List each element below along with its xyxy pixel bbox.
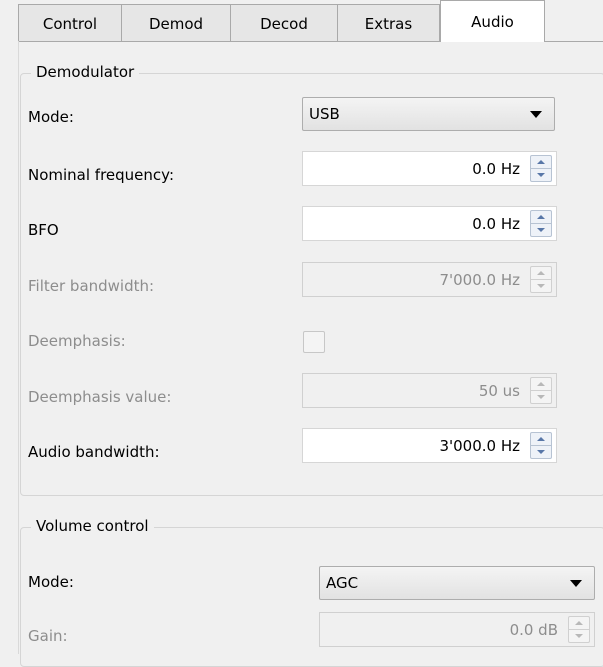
arrow-up-icon [575, 621, 583, 625]
tab-demod[interactable]: Demod [122, 4, 231, 42]
audio-bandwidth-spinbox[interactable]: 3'000.0 Hz [302, 428, 557, 463]
tab-audio[interactable]: Audio [440, 0, 545, 42]
nominal-frequency-label: Nominal frequency: [28, 166, 175, 184]
spin-up-button [531, 378, 551, 391]
chevron-down-icon [530, 111, 542, 118]
nominal-frequency-spinbox[interactable]: 0.0 Hz [302, 151, 557, 186]
pane-border [18, 41, 19, 654]
gain-value: 0.0 dB [509, 621, 558, 639]
spin-down-button[interactable] [531, 169, 551, 182]
volume-mode-value: AGC [326, 574, 359, 592]
demod-mode-value: USB [309, 105, 340, 123]
tab-bar: Control Demod Decod Extras Audio [18, 0, 545, 42]
audio-bandwidth-value: 3'000.0 Hz [439, 437, 520, 455]
nominal-frequency-value: 0.0 Hz [472, 160, 520, 178]
deemphasis-checkbox [303, 331, 325, 353]
tab-label: Extras [364, 14, 413, 33]
spin-buttons [568, 616, 590, 643]
bfo-spinbox[interactable]: 0.0 Hz [302, 206, 557, 241]
arrow-down-icon [537, 227, 545, 232]
tab-label: Audio [471, 12, 514, 31]
deemphasis-value-label: Deemphasis value: [28, 388, 172, 406]
arrow-up-icon [537, 215, 545, 219]
tab-divider [545, 41, 603, 42]
spin-buttons [530, 377, 552, 404]
gain-label: Gain: [28, 627, 68, 645]
arrow-up-icon [537, 271, 545, 275]
arrow-down-icon [537, 172, 545, 177]
gain-spinbox: 0.0 dB [319, 612, 595, 647]
bfo-value: 0.0 Hz [472, 215, 520, 233]
filter-bandwidth-label: Filter bandwidth: [28, 277, 155, 295]
volume-mode-label: Mode: [28, 573, 74, 591]
spin-down-button[interactable] [531, 224, 551, 237]
spin-down-button [531, 391, 551, 404]
tab-divider [18, 41, 441, 42]
tab-label: Control [42, 14, 98, 33]
spin-buttons [530, 432, 552, 459]
arrow-down-icon [537, 283, 545, 288]
spin-buttons [530, 155, 552, 182]
spin-buttons [530, 266, 552, 293]
tab-extras[interactable]: Extras [338, 4, 440, 42]
arrow-down-icon [537, 449, 545, 454]
audio-bandwidth-label: Audio bandwidth: [28, 443, 160, 461]
bfo-label: BFO [28, 221, 59, 239]
deemphasis-value: 50 us [478, 382, 520, 400]
spin-up-button[interactable] [531, 211, 551, 224]
volume-mode-select[interactable]: AGC [319, 566, 595, 600]
spin-up-button[interactable] [531, 433, 551, 446]
arrow-down-icon [537, 394, 545, 399]
tab-label: Demod [148, 14, 204, 33]
spin-down-button [531, 280, 551, 293]
demodulator-group-title: Demodulator [31, 63, 140, 81]
spin-up-button[interactable] [531, 156, 551, 169]
filter-bandwidth-value: 7'000.0 Hz [439, 271, 520, 289]
filter-bandwidth-spinbox: 7'000.0 Hz [302, 262, 557, 297]
tab-label: Decod [260, 14, 308, 33]
tab-control[interactable]: Control [18, 4, 122, 42]
demod-mode-label: Mode: [28, 108, 74, 126]
arrow-down-icon [575, 633, 583, 638]
chevron-down-icon [570, 580, 582, 587]
arrow-up-icon [537, 437, 545, 441]
spin-down-button[interactable] [531, 446, 551, 459]
spin-up-button [531, 267, 551, 280]
deemphasis-label: Deemphasis: [28, 332, 126, 350]
arrow-up-icon [537, 382, 545, 386]
volume-control-group-title: Volume control [31, 517, 154, 535]
tab-decod[interactable]: Decod [231, 4, 338, 42]
spin-up-button [569, 617, 589, 630]
arrow-up-icon [537, 160, 545, 164]
spin-down-button [569, 630, 589, 643]
spin-buttons [530, 210, 552, 237]
demod-mode-select[interactable]: USB [302, 97, 555, 131]
deemphasis-value-spinbox: 50 us [302, 373, 557, 408]
